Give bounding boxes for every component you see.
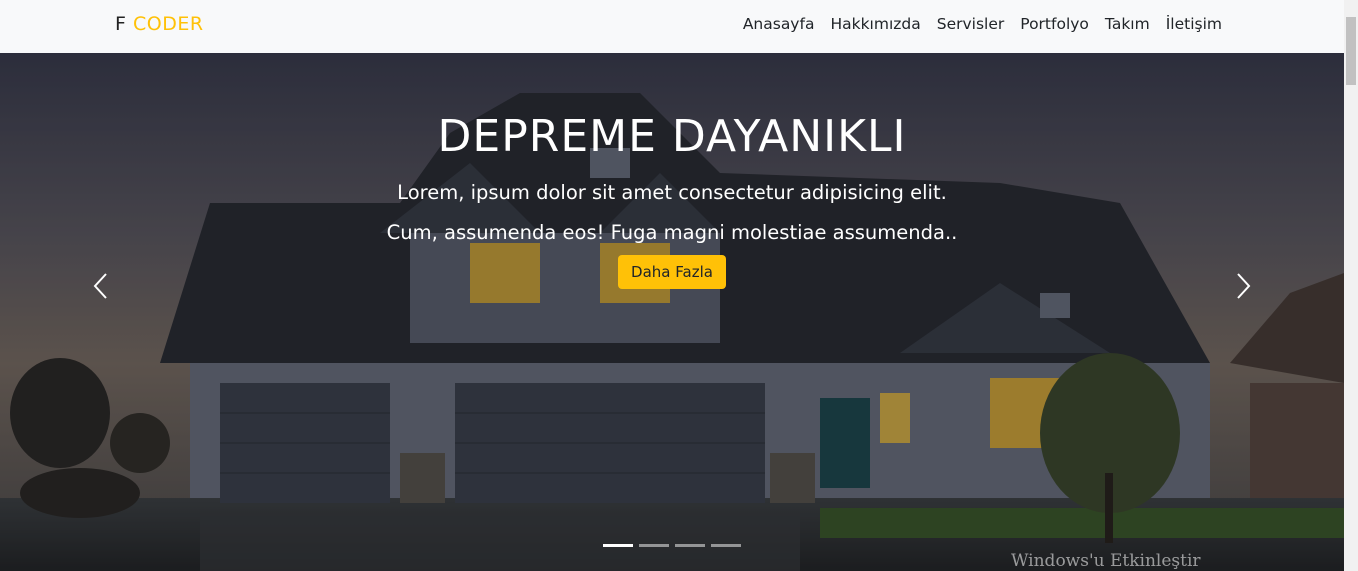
- brand-accent: CODER: [132, 13, 204, 35]
- nav-link-hakkimizda[interactable]: Hakkımızda: [830, 15, 920, 33]
- carousel-caption: DEPREME DAYANIKLI Lorem, ipsum dolor sit…: [372, 111, 972, 289]
- nav-link-takim[interactable]: Takım: [1105, 15, 1150, 33]
- nav-link-portfolyo[interactable]: Portfolyo: [1020, 15, 1089, 33]
- chevron-left-icon: [93, 273, 107, 299]
- nav-links: Anasayfa Hakkımızda Servisler Portfolyo …: [743, 15, 1222, 33]
- daha-fazla-button[interactable]: Daha Fazla: [618, 255, 726, 289]
- navbar: F CODER Anasayfa Hakkımızda Servisler Po…: [0, 0, 1344, 53]
- nav-link-anasayfa[interactable]: Anasayfa: [743, 15, 815, 33]
- hero-carousel: DEPREME DAYANIKLI Lorem, ipsum dolor sit…: [0, 53, 1344, 571]
- carousel-indicator-3[interactable]: [675, 544, 705, 547]
- carousel-indicator-4[interactable]: [711, 544, 741, 547]
- brand-logo[interactable]: F CODER: [115, 13, 204, 35]
- windows-activation-watermark: Windows'u Etkinleştir: [1011, 551, 1201, 571]
- page-scrollbar[interactable]: [1344, 0, 1358, 571]
- hero-text: Lorem, ipsum dolor sit amet consectetur …: [386, 181, 958, 244]
- brand-prefix: F: [115, 13, 133, 35]
- nav-link-servisler[interactable]: Servisler: [937, 15, 1005, 33]
- carousel-indicator-2[interactable]: [639, 544, 669, 547]
- hero-title: DEPREME DAYANIKLI: [437, 111, 907, 162]
- carousel-indicators: [603, 544, 741, 547]
- carousel-next-button[interactable]: [1228, 271, 1258, 301]
- nav-link-iletisim[interactable]: İletişim: [1166, 15, 1222, 33]
- chevron-right-icon: [1237, 273, 1251, 299]
- carousel-indicator-1[interactable]: [603, 544, 633, 547]
- scrollbar-thumb[interactable]: [1346, 17, 1356, 85]
- carousel-prev-button[interactable]: [86, 271, 116, 301]
